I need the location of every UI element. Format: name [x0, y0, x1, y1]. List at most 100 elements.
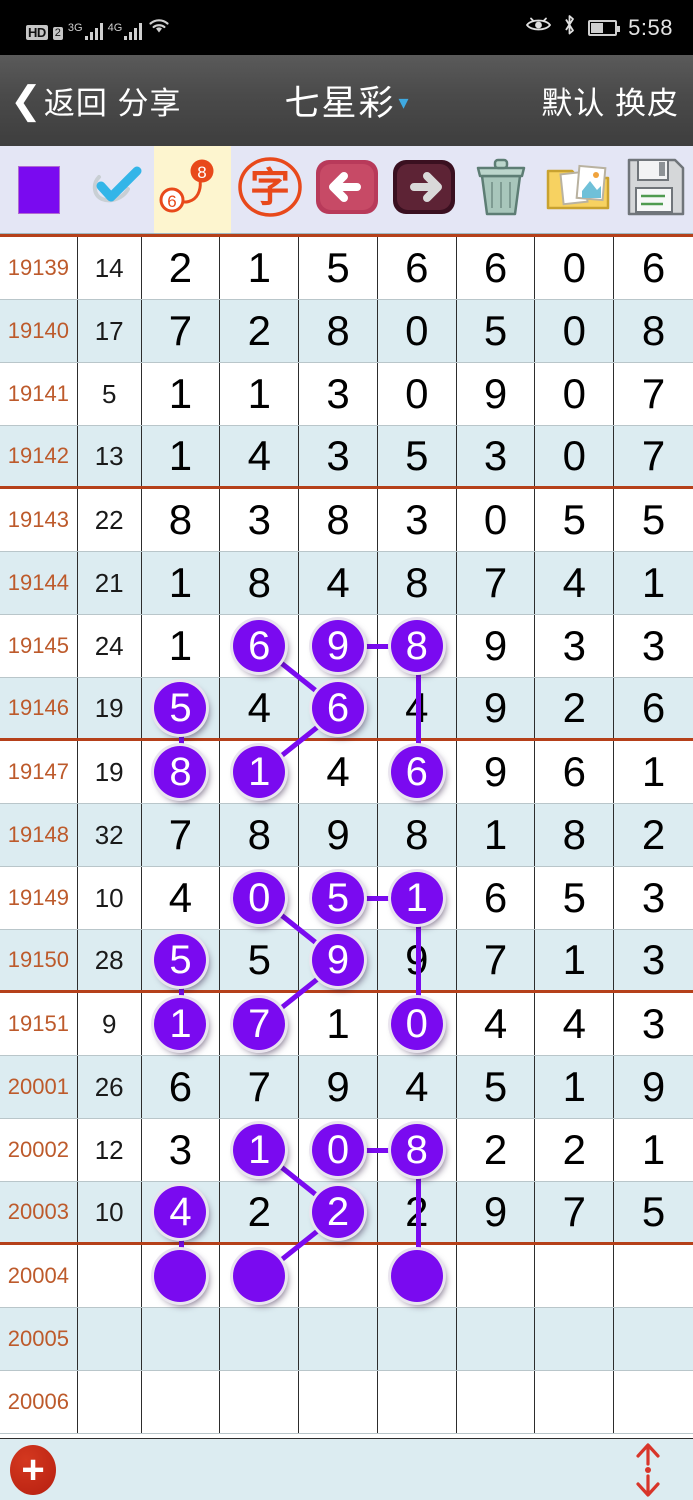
table-row[interactable]: 19139 14 2 1 5 6 6 0 6	[0, 237, 693, 300]
cell-digit[interactable]	[142, 1308, 221, 1370]
cell-digit[interactable]: 3	[299, 426, 378, 486]
cell-digit[interactable]	[535, 1245, 615, 1307]
cell-digit[interactable]: 5	[457, 1056, 536, 1118]
cell-digit[interactable]: 2	[142, 237, 221, 299]
cell-digit[interactable]	[614, 1308, 693, 1370]
cell-digit[interactable]: 2	[378, 1182, 457, 1242]
selected-digit-marker[interactable]: 0	[233, 872, 286, 924]
selected-digit-marker[interactable]: 1	[390, 872, 443, 924]
prev-button[interactable]	[308, 146, 385, 233]
cell-digit[interactable]: 0	[457, 489, 536, 551]
gallery-button[interactable]	[539, 146, 616, 233]
cell-digit[interactable]: 7	[535, 1182, 615, 1242]
selected-digit-marker[interactable]: 5	[154, 934, 207, 986]
cell-digit[interactable]: 4	[220, 426, 300, 486]
cell-digit[interactable]: 8	[299, 300, 378, 362]
cell-digit[interactable]: 3	[614, 867, 693, 929]
cell-digit[interactable]: 2	[220, 1182, 300, 1242]
cell-digit[interactable]: 1	[142, 552, 221, 614]
cell-digit[interactable]: 5	[535, 867, 615, 929]
cell-digit[interactable]: 8	[535, 804, 615, 866]
cell-digit[interactable]: 2	[614, 804, 693, 866]
cell-digit[interactable]: 9	[378, 930, 457, 990]
cell-digit[interactable]: 1	[220, 237, 300, 299]
cell-digit[interactable]: 9	[457, 615, 536, 677]
delete-button[interactable]	[462, 146, 539, 233]
cell-digit[interactable]: 6	[299, 678, 378, 738]
cell-digit[interactable]: 8	[142, 741, 221, 803]
cell-digit[interactable]: 3	[299, 363, 378, 425]
cell-digit[interactable]: 2	[457, 1119, 536, 1181]
cell-digit[interactable]: 4	[220, 678, 300, 738]
cell-digit[interactable]: 9	[299, 804, 378, 866]
cell-digit[interactable]: 1	[614, 552, 693, 614]
table-row[interactable]: 20006	[0, 1371, 693, 1434]
cell-digit[interactable]: 1	[457, 804, 536, 866]
cell-digit[interactable]: 3	[614, 993, 693, 1055]
cell-digit[interactable]	[457, 1308, 536, 1370]
table-row[interactable]: 19151 9 1 7 1 0 4 4 3	[0, 993, 693, 1056]
selected-digit-marker[interactable]: 7	[233, 998, 286, 1050]
cell-digit[interactable]: 0	[378, 300, 457, 362]
cell-digit[interactable]: 6	[378, 741, 457, 803]
table-row[interactable]: 20002 12 3 1 0 8 2 2 1	[0, 1119, 693, 1182]
cell-digit[interactable]: 7	[220, 993, 300, 1055]
selected-digit-marker[interactable]	[390, 1250, 443, 1302]
table-row[interactable]: 19143 22 8 3 8 3 0 5 5	[0, 489, 693, 552]
selected-digit-marker[interactable]: 5	[312, 872, 364, 924]
selected-digit-marker[interactable]: 6	[312, 682, 364, 734]
cell-digit[interactable]: 9	[457, 741, 536, 803]
cell-digit[interactable]	[299, 1245, 378, 1307]
plus-circle-icon[interactable]: +	[10, 1444, 56, 1495]
scroll-up-down-icon[interactable]	[625, 1442, 671, 1498]
cell-digit[interactable]: 5	[142, 930, 221, 990]
cell-digit[interactable]	[457, 1371, 536, 1433]
table-row[interactable]: 19150 28 5 5 9 9 7 1 3	[0, 930, 693, 993]
cell-digit[interactable]: 1	[535, 1056, 615, 1118]
cell-digit[interactable]: 7	[142, 300, 221, 362]
cell-digit[interactable]: 5	[299, 867, 378, 929]
table-row[interactable]: 20001 26 6 7 9 4 5 1 9	[0, 1056, 693, 1119]
cell-digit[interactable]: 4	[457, 993, 536, 1055]
cell-digit[interactable]	[378, 1245, 457, 1307]
text-mode-button[interactable]: 字	[231, 146, 308, 233]
cell-digit[interactable]: 1	[614, 741, 693, 803]
table-row[interactable]: 19149 10 4 0 5 1 6 5 3	[0, 867, 693, 930]
cell-digit[interactable]	[220, 1245, 300, 1307]
table-row[interactable]: 19147 19 8 1 4 6 9 6 1	[0, 741, 693, 804]
cell-digit[interactable]: 6	[457, 867, 536, 929]
table-row[interactable]: 19144 21 1 8 4 8 7 4 1	[0, 552, 693, 615]
cell-digit[interactable]: 8	[378, 1119, 457, 1181]
cell-digit[interactable]: 5	[614, 1182, 693, 1242]
table-row[interactable]: 20003 10 4 2 2 2 9 7 5	[0, 1182, 693, 1245]
cell-digit[interactable]: 3	[614, 615, 693, 677]
cell-digit[interactable]: 1	[220, 741, 300, 803]
cell-digit[interactable]	[142, 1245, 221, 1307]
cell-digit[interactable]: 1	[378, 867, 457, 929]
table-row[interactable]: 20004	[0, 1245, 693, 1308]
cell-digit[interactable]: 5	[299, 237, 378, 299]
cell-digit[interactable]: 0	[378, 363, 457, 425]
selected-digit-marker[interactable]: 2	[312, 1186, 364, 1238]
selected-digit-marker[interactable]: 1	[233, 1124, 286, 1176]
selected-digit-marker[interactable]	[233, 1250, 286, 1302]
selected-digit-marker[interactable]: 0	[312, 1124, 364, 1176]
cell-digit[interactable]: 7	[220, 1056, 300, 1118]
table-row[interactable]: 19146 19 5 4 6 4 9 2 6	[0, 678, 693, 741]
cell-digit[interactable]	[220, 1371, 300, 1433]
selected-digit-marker[interactable]: 6	[390, 746, 443, 798]
cell-digit[interactable]: 4	[378, 1056, 457, 1118]
cell-digit[interactable]	[142, 1371, 221, 1433]
cell-digit[interactable]: 4	[535, 993, 615, 1055]
cell-digit[interactable]: 5	[142, 678, 221, 738]
cell-digit[interactable]: 8	[378, 615, 457, 677]
table-row[interactable]: 19145 24 1 6 9 8 9 3 3	[0, 615, 693, 678]
cell-digit[interactable]: 3	[457, 426, 536, 486]
cell-digit[interactable]	[535, 1308, 615, 1370]
cell-digit[interactable]	[614, 1245, 693, 1307]
cell-digit[interactable]: 3	[614, 930, 693, 990]
cell-digit[interactable]: 6	[142, 1056, 221, 1118]
cell-digit[interactable]: 9	[457, 363, 536, 425]
cell-digit[interactable]: 5	[378, 426, 457, 486]
back-button[interactable]: ❮ 返回 分享	[0, 78, 181, 123]
